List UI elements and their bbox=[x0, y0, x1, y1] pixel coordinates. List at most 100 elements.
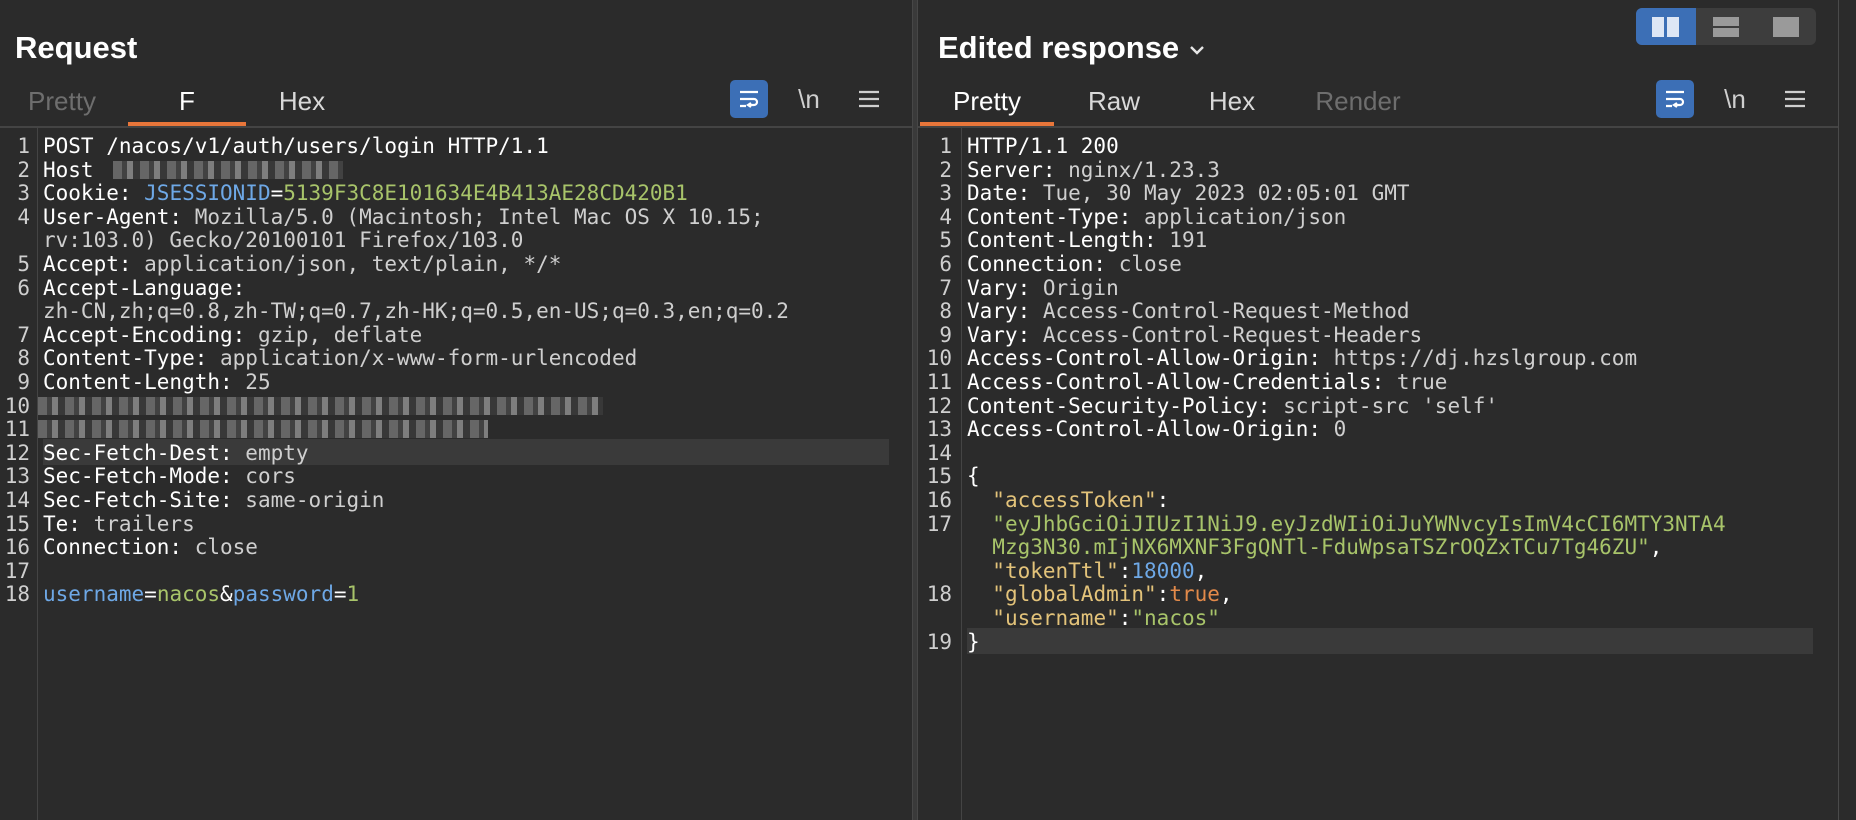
line-number: 15 bbox=[4, 511, 30, 536]
line-number: 13 bbox=[4, 464, 30, 489]
line-number: 4 bbox=[939, 204, 952, 229]
code-line: Date: Tue, 30 May 2023 02:05:01 GMT bbox=[967, 181, 1410, 206]
line-number: 11 bbox=[4, 417, 30, 442]
tab-pretty[interactable]: Pretty bbox=[26, 78, 98, 124]
code-line: POST /nacos/v1/auth/users/login HTTP/1.1 bbox=[43, 134, 549, 158]
redacted-line bbox=[38, 396, 603, 415]
split-rows-icon bbox=[1713, 16, 1739, 37]
layout-switcher bbox=[1636, 8, 1816, 45]
code-line: { bbox=[967, 464, 980, 489]
tab-hex[interactable]: Hex bbox=[1200, 78, 1264, 124]
code-line: } bbox=[967, 629, 980, 654]
line-number: 1 bbox=[17, 134, 30, 158]
line-number: 16 bbox=[926, 488, 952, 512]
line-number: 9 bbox=[17, 370, 30, 394]
line-number: 19 bbox=[926, 629, 952, 654]
line-number: 8 bbox=[17, 346, 30, 371]
code-line: Host bbox=[43, 157, 94, 182]
code-line: Accept: application/json, text/plain, */… bbox=[43, 252, 562, 276]
response-title[interactable]: Edited response bbox=[938, 30, 1205, 66]
line-number: 9 bbox=[939, 322, 952, 347]
code-line: Accept-Language: bbox=[43, 275, 246, 300]
code-line: Content-Type: application/json bbox=[967, 204, 1347, 229]
request-pane: Request Pretty F Hex \n 1 POST /nacos/v1/… bbox=[0, 0, 912, 820]
line-number: 10 bbox=[926, 346, 952, 371]
code-line: Mzg3N30.mIjNX6MXNF3FgQNTl-FduWpsaTSZrOQZ… bbox=[992, 535, 1663, 560]
line-number: 7 bbox=[939, 275, 952, 300]
tab-raw[interactable]: Raw bbox=[1082, 78, 1146, 124]
line-number: 13 bbox=[926, 417, 952, 442]
line-number: 10 bbox=[4, 393, 30, 418]
line-number: 1 bbox=[939, 134, 952, 158]
wrap-icon bbox=[1666, 90, 1685, 108]
response-title-label: Edited response bbox=[938, 30, 1180, 65]
code-line: zh-CN,zh;q=0.8,zh-TW;q=0.7,zh-HK;q=0.5,e… bbox=[43, 299, 789, 324]
tab-raw[interactable]: F bbox=[128, 78, 246, 126]
line-number: 18 bbox=[4, 582, 30, 607]
code-line: "globalAdmin":true, bbox=[992, 582, 1233, 607]
request-title: Request bbox=[15, 30, 138, 65]
newline-toggle[interactable]: \n bbox=[790, 80, 828, 118]
code-line: Connection: close bbox=[43, 535, 258, 560]
layout-single-button[interactable] bbox=[1756, 8, 1816, 45]
code-line: User-Agent: Mozilla/5.0 (Macintosh; Inte… bbox=[43, 204, 764, 229]
tab-hex[interactable]: Hex bbox=[270, 78, 334, 124]
wrap-lines-button[interactable] bbox=[1656, 80, 1694, 118]
response-pane: Edited response Pretty Raw Hex Render \n… bbox=[918, 0, 1838, 820]
code-line: Content-Type: application/x-www-form-url… bbox=[43, 346, 638, 371]
code-line: Sec-Fetch-Mode: cors bbox=[43, 464, 296, 489]
line-number: 12 bbox=[926, 393, 952, 418]
scrollbar[interactable] bbox=[1838, 0, 1856, 820]
code-line: Sec-Fetch-Dest: empty bbox=[43, 440, 309, 465]
wrap-lines-button[interactable] bbox=[730, 80, 768, 118]
line-number: 16 bbox=[4, 535, 30, 560]
code-line: Vary: Origin bbox=[967, 275, 1119, 300]
line-number: 6 bbox=[17, 275, 30, 300]
code-line: Cookie: JSESSIONID=5139F3C8E101634E4B413… bbox=[43, 181, 688, 206]
line-number: 3 bbox=[17, 181, 30, 206]
code-line: Access-Control-Allow-Origin: https://dj.… bbox=[967, 346, 1638, 371]
line-number: 7 bbox=[17, 322, 30, 347]
code-line: Vary: Access-Control-Request-Headers bbox=[967, 322, 1423, 347]
layout-split-horizontal-button[interactable] bbox=[1636, 8, 1696, 45]
code-line: rv:103.0) Gecko/20100101 Firefox/103.0 bbox=[43, 228, 524, 253]
line-number: 2 bbox=[17, 157, 30, 182]
response-tabs: Pretty Raw Hex Render bbox=[918, 78, 1838, 128]
tab-pretty[interactable]: Pretty bbox=[920, 78, 1054, 126]
line-number: 8 bbox=[939, 299, 952, 324]
line-number: 4 bbox=[17, 204, 30, 229]
code-line: "username":"nacos" bbox=[992, 606, 1220, 630]
code-line: "tokenTtl":18000, bbox=[992, 558, 1208, 583]
menu-button[interactable] bbox=[850, 80, 888, 118]
line-number: 15 bbox=[926, 464, 952, 489]
menu-icon bbox=[859, 90, 879, 108]
line-number: 6 bbox=[939, 252, 952, 276]
line-number: 11 bbox=[926, 370, 952, 394]
line-number: 17 bbox=[926, 511, 952, 536]
layout-split-vertical-button[interactable] bbox=[1696, 8, 1756, 45]
tab-render[interactable]: Render bbox=[1310, 78, 1406, 124]
code-line: Access-Control-Allow-Origin: 0 bbox=[967, 417, 1347, 442]
code-line: "eyJhbGciOiJIUzI1NiJ9.eyJzdWIiOiJuYWNvcy… bbox=[992, 511, 1726, 536]
code-line: Vary: Access-Control-Request-Method bbox=[967, 299, 1410, 324]
code-line: Access-Control-Allow-Credentials: true bbox=[967, 370, 1448, 394]
single-pane-icon bbox=[1773, 16, 1799, 37]
line-number: 14 bbox=[4, 488, 30, 512]
line-number: 17 bbox=[4, 558, 30, 583]
line-number: 18 bbox=[926, 582, 952, 607]
code-line: Server: nginx/1.23.3 bbox=[967, 157, 1220, 182]
code-line: Content-Security-Policy: script-src 'sel… bbox=[967, 393, 1499, 418]
code-line: Sec-Fetch-Site: same-origin bbox=[43, 488, 385, 512]
code-line: Content-Length: 191 bbox=[967, 228, 1208, 253]
redacted-line bbox=[38, 420, 488, 439]
menu-button[interactable] bbox=[1776, 80, 1814, 118]
code-line: HTTP/1.1 200 bbox=[967, 134, 1119, 158]
code-line: "accessToken": bbox=[992, 488, 1170, 512]
line-number: 3 bbox=[939, 181, 952, 206]
wrap-icon bbox=[740, 90, 759, 108]
code-line: Accept-Encoding: gzip, deflate bbox=[43, 322, 423, 347]
newline-toggle[interactable]: \n bbox=[1716, 80, 1754, 118]
chevron-down-icon bbox=[1190, 45, 1205, 55]
code-line: Content-Length: 25 bbox=[43, 370, 271, 394]
line-number: 12 bbox=[4, 440, 30, 465]
